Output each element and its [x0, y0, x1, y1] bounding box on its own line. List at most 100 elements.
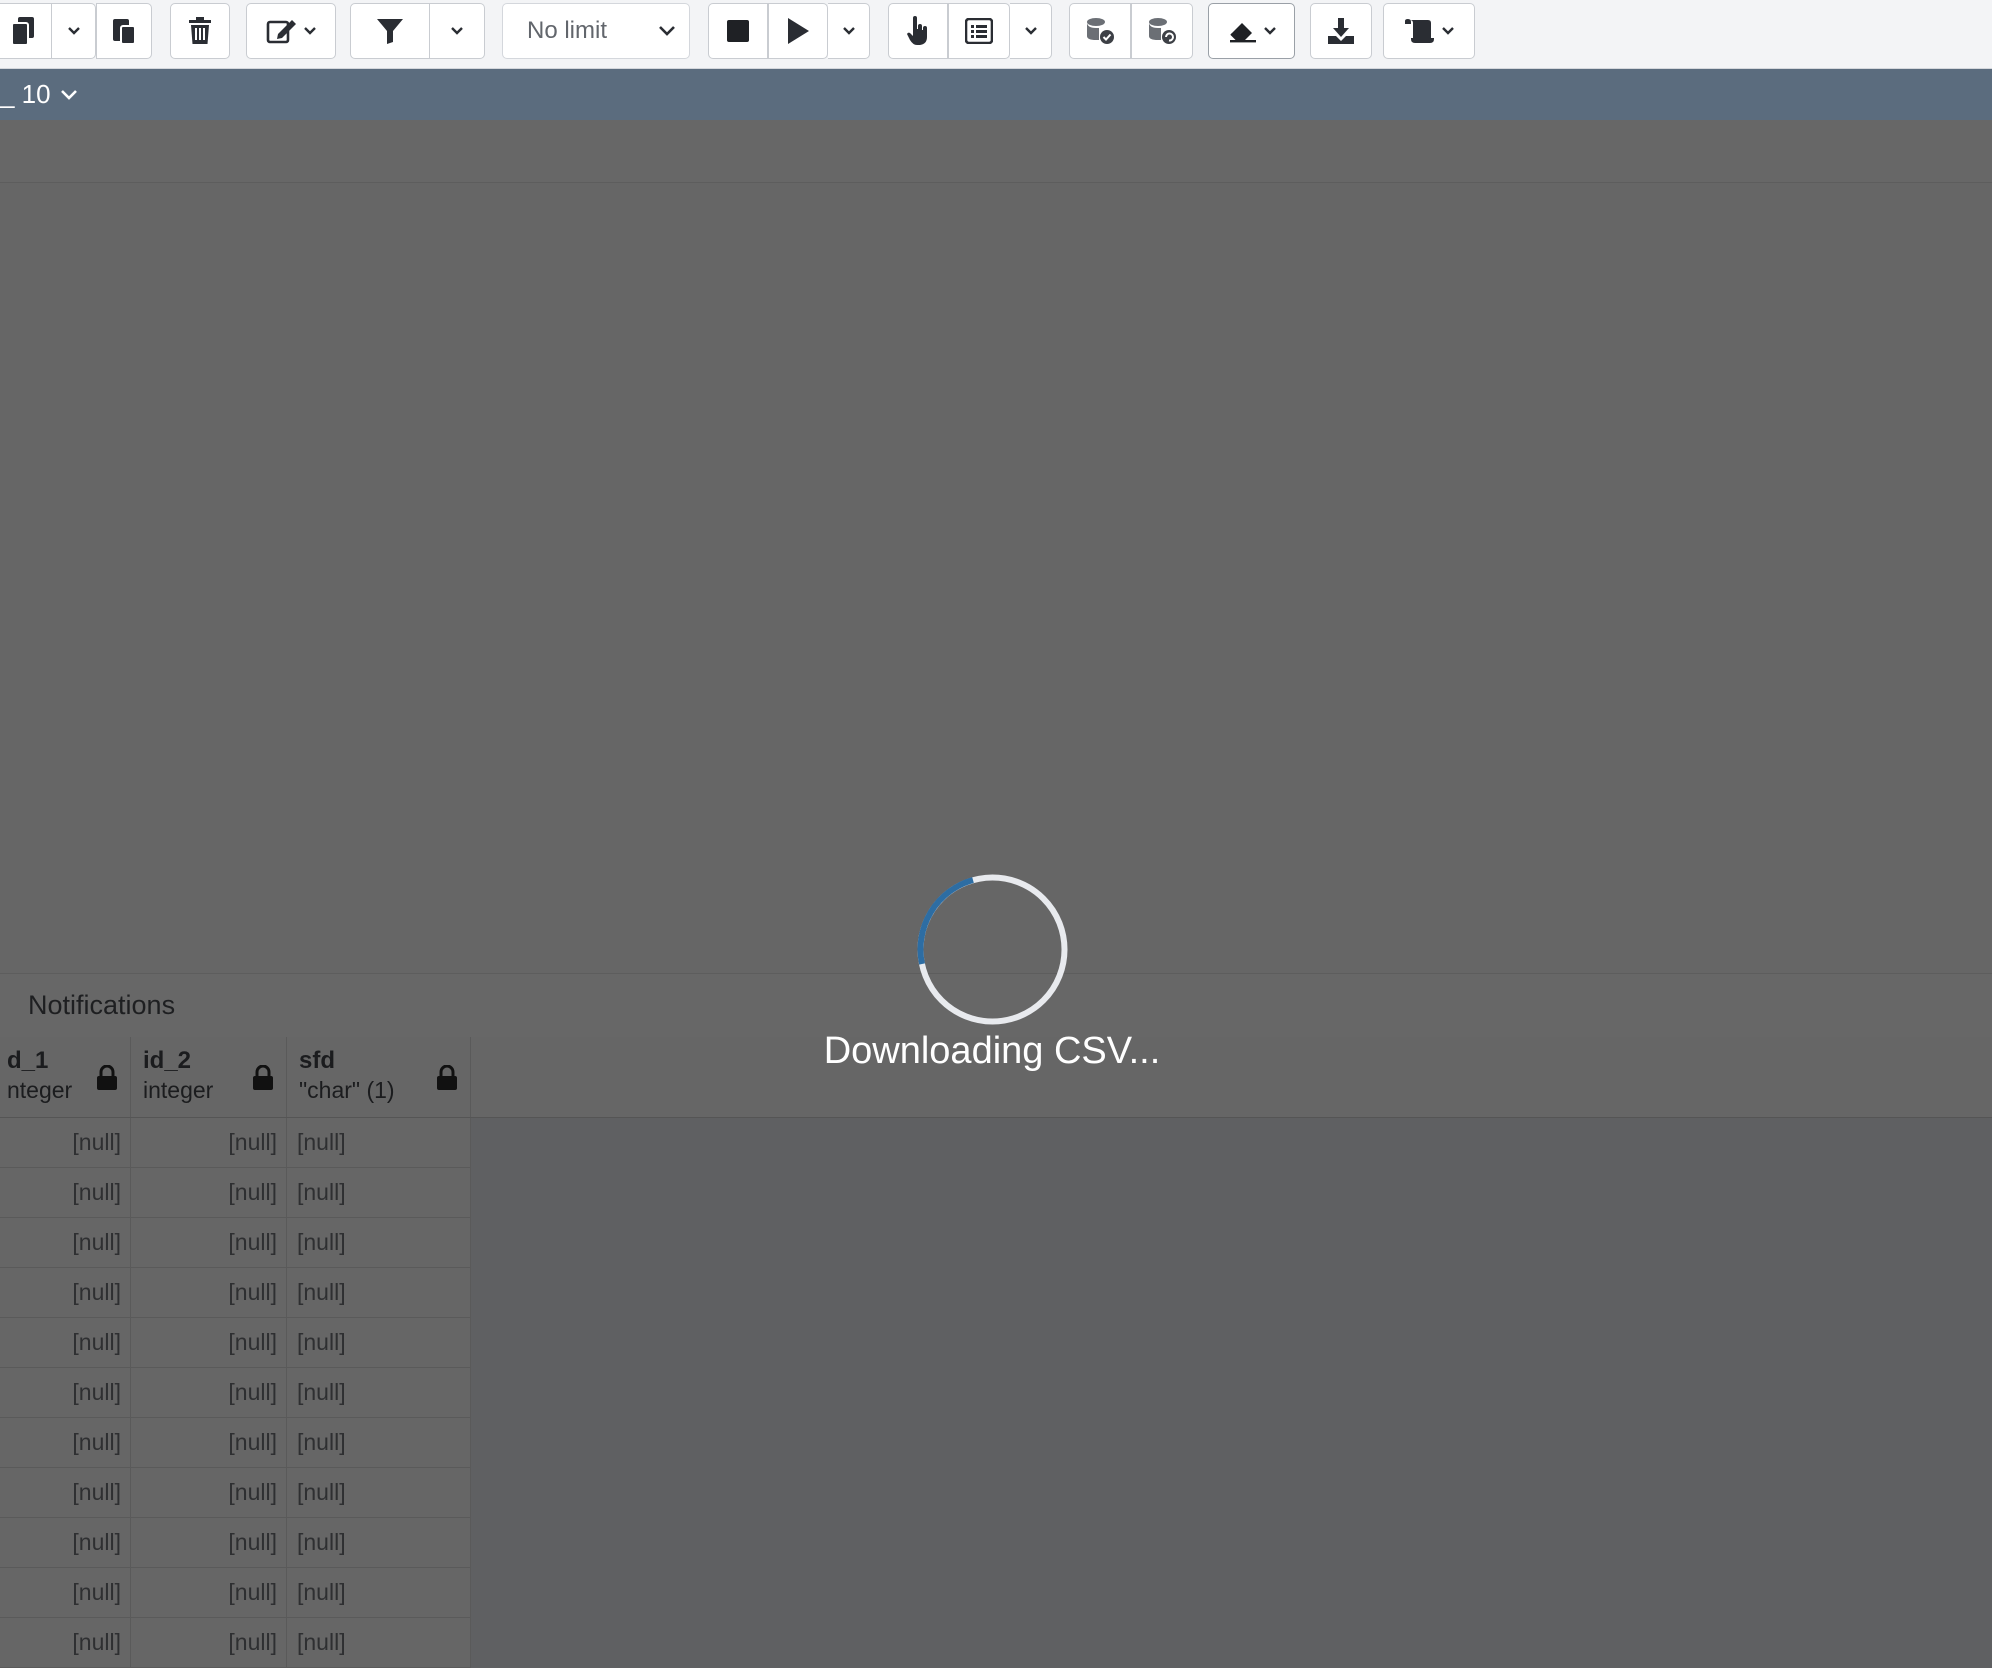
database-undo-icon: [1149, 18, 1176, 44]
connection-label[interactable]: _ 10: [0, 79, 51, 110]
connection-bar: _ 10: [0, 69, 1992, 120]
table-cell[interactable]: [null]: [287, 1518, 471, 1567]
table-cell[interactable]: [null]: [131, 1418, 287, 1467]
paste-icon: [113, 19, 136, 45]
table-cell[interactable]: [null]: [287, 1168, 471, 1217]
table-cell[interactable]: [null]: [287, 1568, 471, 1617]
loading-message: Downloading CSV...: [823, 1030, 1161, 1072]
chevron-down-icon: [451, 27, 463, 35]
column-header-id-1[interactable]: d_1 nteger: [0, 1037, 131, 1117]
explain-analyze-button[interactable]: [948, 3, 1010, 59]
table-cell[interactable]: [null]: [131, 1318, 287, 1367]
table-row[interactable]: [null] [null] [null]: [0, 1118, 471, 1168]
macros-button[interactable]: [1383, 3, 1475, 59]
rollback-button[interactable]: [1131, 3, 1193, 59]
row-limit-select[interactable]: No limit: [502, 3, 690, 59]
table-cell[interactable]: [null]: [131, 1368, 287, 1417]
table-cell[interactable]: [null]: [287, 1368, 471, 1417]
table-cell[interactable]: [null]: [0, 1568, 131, 1617]
table-cell[interactable]: [null]: [0, 1518, 131, 1567]
table-row[interactable]: [null] [null] [null]: [0, 1518, 471, 1568]
table-cell[interactable]: [null]: [0, 1318, 131, 1367]
table-cell[interactable]: [null]: [0, 1368, 131, 1417]
chevron-down-icon: [659, 26, 675, 36]
download-csv-button[interactable]: [1310, 3, 1372, 59]
table-cell[interactable]: [null]: [0, 1268, 131, 1317]
database-check-icon: [1087, 18, 1114, 44]
lock-icon: [97, 1065, 117, 1090]
table-cell[interactable]: [null]: [287, 1218, 471, 1267]
edit-button[interactable]: [246, 3, 336, 59]
edit-icon: [266, 20, 296, 44]
chevron-down-icon: [1442, 27, 1454, 35]
play-icon: [788, 18, 809, 44]
copy-button[interactable]: [0, 3, 52, 59]
table-row[interactable]: [null] [null] [null]: [0, 1168, 471, 1218]
column-type: "char" (1): [299, 1077, 395, 1103]
table-cell[interactable]: [null]: [131, 1118, 287, 1167]
filter-options-dropdown[interactable]: [430, 3, 485, 59]
filter-icon: [377, 19, 403, 44]
paste-button[interactable]: [96, 3, 152, 59]
results-grid: d_1 nteger id_2 integer sfd "char" (1) […: [0, 1037, 1992, 1668]
table-row[interactable]: [null] [null] [null]: [0, 1568, 471, 1618]
clear-button[interactable]: [1208, 3, 1295, 59]
table-cell[interactable]: [null]: [287, 1318, 471, 1367]
table-cell[interactable]: [null]: [0, 1468, 131, 1517]
table-cell[interactable]: [null]: [0, 1418, 131, 1467]
chevron-down-icon: [1024, 27, 1037, 35]
table-row[interactable]: [null] [null] [null]: [0, 1218, 471, 1268]
table-cell[interactable]: [null]: [131, 1568, 287, 1617]
table-cell[interactable]: [null]: [0, 1168, 131, 1217]
editor-tab-strip: [0, 120, 1992, 183]
hand-pointer-icon: [907, 16, 927, 45]
table-cell[interactable]: [null]: [131, 1218, 287, 1267]
delete-button[interactable]: [170, 3, 230, 59]
table-row[interactable]: [null] [null] [null]: [0, 1268, 471, 1318]
chevron-down-icon: [67, 27, 80, 35]
query-toolbar: No limit: [0, 0, 1992, 69]
table-cell[interactable]: [null]: [131, 1618, 287, 1667]
list-icon: [965, 18, 993, 44]
table-row[interactable]: [null] [null] [null]: [0, 1368, 471, 1418]
table-cell[interactable]: [null]: [287, 1418, 471, 1467]
copy-icon: [11, 17, 34, 46]
tab-notifications[interactable]: Notifications: [28, 990, 175, 1021]
explain-button[interactable]: [888, 3, 948, 59]
table-cell[interactable]: [null]: [0, 1618, 131, 1667]
explain-options-dropdown[interactable]: [1010, 3, 1052, 59]
commit-button[interactable]: [1069, 3, 1131, 59]
table-row[interactable]: [null] [null] [null]: [0, 1468, 471, 1518]
table-row[interactable]: [null] [null] [null]: [0, 1618, 471, 1668]
chevron-down-icon: [1263, 27, 1276, 35]
execute-button[interactable]: [768, 3, 828, 59]
table-cell[interactable]: [null]: [287, 1468, 471, 1517]
table-row[interactable]: [null] [null] [null]: [0, 1418, 471, 1468]
table-cell[interactable]: [null]: [287, 1618, 471, 1667]
table-cell[interactable]: [null]: [131, 1168, 287, 1217]
table-cell[interactable]: [null]: [287, 1118, 471, 1167]
execute-options-dropdown[interactable]: [828, 3, 870, 59]
table-cell[interactable]: [null]: [131, 1468, 287, 1517]
column-header-id-2[interactable]: id_2 integer: [131, 1037, 287, 1117]
query-editor[interactable]: [0, 183, 1992, 973]
lock-icon: [253, 1065, 273, 1090]
table-cell[interactable]: [null]: [0, 1218, 131, 1267]
scroll-icon: [1405, 19, 1434, 43]
table-cell[interactable]: [null]: [131, 1518, 287, 1567]
copy-options-dropdown[interactable]: [52, 3, 96, 59]
filter-button[interactable]: [350, 3, 430, 59]
stop-icon: [727, 20, 749, 42]
row-limit-value: No limit: [527, 17, 608, 44]
stop-query-button[interactable]: [708, 3, 768, 59]
chevron-down-icon[interactable]: [60, 89, 77, 100]
table-cell[interactable]: [null]: [0, 1118, 131, 1167]
table-cell[interactable]: [null]: [131, 1268, 287, 1317]
column-name: sfd: [299, 1047, 335, 1074]
trash-icon: [189, 17, 211, 44]
column-header-sfd[interactable]: sfd "char" (1): [287, 1037, 471, 1117]
chevron-down-icon: [842, 27, 855, 35]
table-cell[interactable]: [null]: [287, 1268, 471, 1317]
table-row[interactable]: [null] [null] [null]: [0, 1318, 471, 1368]
lock-icon: [437, 1065, 457, 1090]
